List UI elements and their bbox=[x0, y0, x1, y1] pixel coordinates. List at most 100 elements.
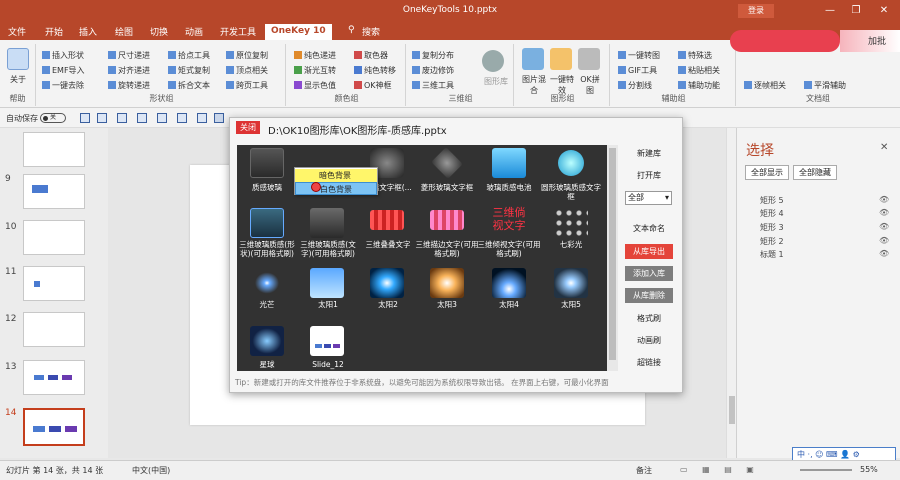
gradient-convert-button[interactable]: 渐光互转 bbox=[294, 65, 336, 76]
special-select-button[interactable]: 特殊选 bbox=[678, 50, 712, 61]
gallery-item-round-glass[interactable] bbox=[558, 150, 584, 176]
add-to-library-button[interactable]: 添加入库 bbox=[625, 266, 673, 281]
thumbnail-12[interactable] bbox=[23, 312, 85, 347]
copy-in-place-button[interactable]: 原位复制 bbox=[226, 50, 268, 61]
tab-insert[interactable]: 插入 bbox=[79, 25, 97, 38]
tab-developer[interactable]: 开发工具 bbox=[220, 25, 256, 38]
search-icon[interactable]: ⚲ bbox=[348, 25, 355, 35]
eye-icon[interactable]: 👁 bbox=[879, 208, 889, 217]
format-brush-button[interactable]: 格式刷 bbox=[625, 311, 673, 326]
emf-import-button[interactable]: EMF导入 bbox=[42, 65, 85, 76]
gallery-item-glass[interactable] bbox=[250, 148, 284, 178]
aux-function-button[interactable]: 辅助功能 bbox=[678, 80, 720, 91]
redo-icon[interactable] bbox=[137, 113, 147, 123]
thumbnail-8[interactable] bbox=[23, 132, 85, 167]
divider-line-button[interactable]: 分割线 bbox=[618, 80, 652, 91]
gallery-item-ray[interactable] bbox=[250, 268, 284, 298]
eye-icon[interactable]: 👁 bbox=[879, 222, 889, 231]
grid-icon[interactable] bbox=[157, 113, 167, 123]
undo-icon[interactable] bbox=[117, 113, 127, 123]
one-key-effect-icon[interactable] bbox=[550, 48, 572, 70]
rotate-step-button[interactable]: 旋转递进 bbox=[108, 80, 150, 91]
gallery-item-3d-glass-text[interactable] bbox=[310, 208, 344, 238]
pick-point-button[interactable]: 拾点工具 bbox=[168, 50, 210, 61]
thumbnail-11[interactable] bbox=[23, 266, 85, 301]
login-button[interactable]: 登录 bbox=[738, 4, 774, 18]
restore-button[interactable]: ❐ bbox=[846, 3, 866, 19]
ok-puzzle-icon[interactable] bbox=[578, 48, 600, 70]
cut-icon[interactable] bbox=[197, 113, 207, 123]
vertical-scroll-thumb[interactable] bbox=[729, 396, 735, 424]
gallery-item-battery[interactable] bbox=[492, 148, 526, 178]
delete-from-library-button[interactable]: 从库删除 bbox=[625, 288, 673, 303]
color-transfer-button[interactable]: 纯色转移 bbox=[354, 65, 396, 76]
screen-icon[interactable] bbox=[214, 113, 224, 123]
paste-button[interactable]: 粘贴相关 bbox=[678, 65, 720, 76]
menu-item-white-background[interactable]: 白色背景 bbox=[295, 182, 377, 195]
show-color-button[interactable]: 显示色值 bbox=[294, 80, 336, 91]
copy-distribute-button[interactable]: 复制分布 bbox=[412, 50, 454, 61]
eye-icon[interactable]: 👁 bbox=[879, 249, 889, 258]
color-picker-button[interactable]: 取色器 bbox=[354, 50, 388, 61]
about-icon[interactable] bbox=[7, 48, 29, 70]
gallery-item-sun3[interactable] bbox=[430, 268, 464, 298]
insert-shape-button[interactable]: 插入形状 bbox=[42, 50, 84, 61]
shape-item-rect2[interactable]: 矩形 2 bbox=[760, 236, 784, 247]
autosave-toggle[interactable]: 关 bbox=[40, 113, 66, 123]
tab-animations[interactable]: 动画 bbox=[185, 25, 203, 38]
thumbnail-10[interactable] bbox=[23, 220, 85, 255]
close-window-button[interactable]: ✕ bbox=[874, 3, 894, 19]
remove-button[interactable]: 一键去除 bbox=[42, 80, 84, 91]
gif-tool-button[interactable]: GIF工具 bbox=[618, 65, 657, 76]
gallery-item-sun1[interactable] bbox=[310, 268, 344, 298]
3d-tool-button[interactable]: 三维工具 bbox=[412, 80, 454, 91]
shape-library-icon[interactable] bbox=[482, 50, 504, 72]
size-step-button[interactable]: 尺寸递进 bbox=[108, 50, 150, 61]
text-naming-button[interactable]: 文本命名 bbox=[625, 221, 673, 236]
vertex-button[interactable]: 顶点相关 bbox=[226, 65, 268, 76]
gallery-item-3d-tilt-text[interactable]: 三维倘 视文字 bbox=[492, 206, 526, 236]
zoom-slider[interactable] bbox=[800, 469, 852, 471]
shape-item-rect3[interactable]: 矩形 3 bbox=[760, 222, 784, 233]
picture-icon[interactable] bbox=[177, 113, 187, 123]
thumbnail-9[interactable] bbox=[23, 174, 85, 209]
align-step-button[interactable]: 对齐递进 bbox=[108, 65, 150, 76]
gallery-item-3d-stack-text[interactable] bbox=[370, 210, 404, 230]
shape-item-title1[interactable]: 标题 1 bbox=[760, 249, 784, 260]
smooth-aux-button[interactable]: 平滑辅助 bbox=[804, 80, 846, 91]
tab-transitions[interactable]: 切换 bbox=[150, 25, 168, 38]
category-select[interactable]: 全部 ▾ bbox=[625, 191, 672, 205]
split-text-button[interactable]: 拆合文本 bbox=[168, 80, 210, 91]
edge-trim-button[interactable]: 废边修饰 bbox=[412, 65, 454, 76]
tab-file[interactable]: 文件 bbox=[8, 25, 26, 38]
gallery-item-3d-glass-shape[interactable] bbox=[250, 208, 284, 238]
minimize-button[interactable]: — bbox=[820, 3, 840, 19]
gallery-item-slide12[interactable] bbox=[310, 326, 344, 356]
eye-icon[interactable]: 👁 bbox=[879, 236, 889, 245]
zoom-level[interactable]: 55% bbox=[860, 465, 878, 474]
dialog-close-button[interactable]: 关闭 bbox=[236, 121, 260, 134]
gallery-item-sun4[interactable] bbox=[492, 268, 526, 298]
animation-brush-button[interactable]: 动画刷 bbox=[625, 333, 673, 348]
gallery-scroll-thumb[interactable] bbox=[609, 148, 616, 360]
selection-pane-close-icon[interactable]: ✕ bbox=[880, 142, 888, 153]
open-library-button[interactable]: 打开库 bbox=[625, 168, 673, 183]
tab-onekey10[interactable]: OneKey 10 bbox=[265, 24, 332, 40]
gallery-item-planet[interactable] bbox=[250, 326, 284, 356]
view-buttons[interactable]: ▭ ▦ ▤ ▣ bbox=[680, 465, 790, 474]
thumbnail-13[interactable] bbox=[23, 360, 85, 395]
cross-page-button[interactable]: 跨页工具 bbox=[226, 80, 268, 91]
solid-step-button[interactable]: 纯色递进 bbox=[294, 50, 336, 61]
hide-all-button[interactable]: 全部隐藏 bbox=[793, 165, 837, 180]
gallery-item-sun5[interactable] bbox=[554, 268, 588, 298]
show-all-button[interactable]: 全部显示 bbox=[745, 165, 789, 180]
ok-frame-button[interactable]: OK神框 bbox=[354, 80, 392, 91]
matrix-copy-button[interactable]: 矩式复制 bbox=[168, 65, 210, 76]
notes-button[interactable]: 备注 bbox=[636, 465, 652, 476]
tab-draw[interactable]: 绘图 bbox=[115, 25, 133, 38]
frame-button[interactable]: 逐帧相关 bbox=[744, 80, 786, 91]
new-library-button[interactable]: 新建库 bbox=[625, 146, 673, 161]
gallery-item-rainbow-light[interactable] bbox=[554, 208, 588, 238]
image-blend-icon[interactable] bbox=[522, 48, 544, 70]
gallery-item-3d-outline-text[interactable] bbox=[430, 210, 464, 230]
